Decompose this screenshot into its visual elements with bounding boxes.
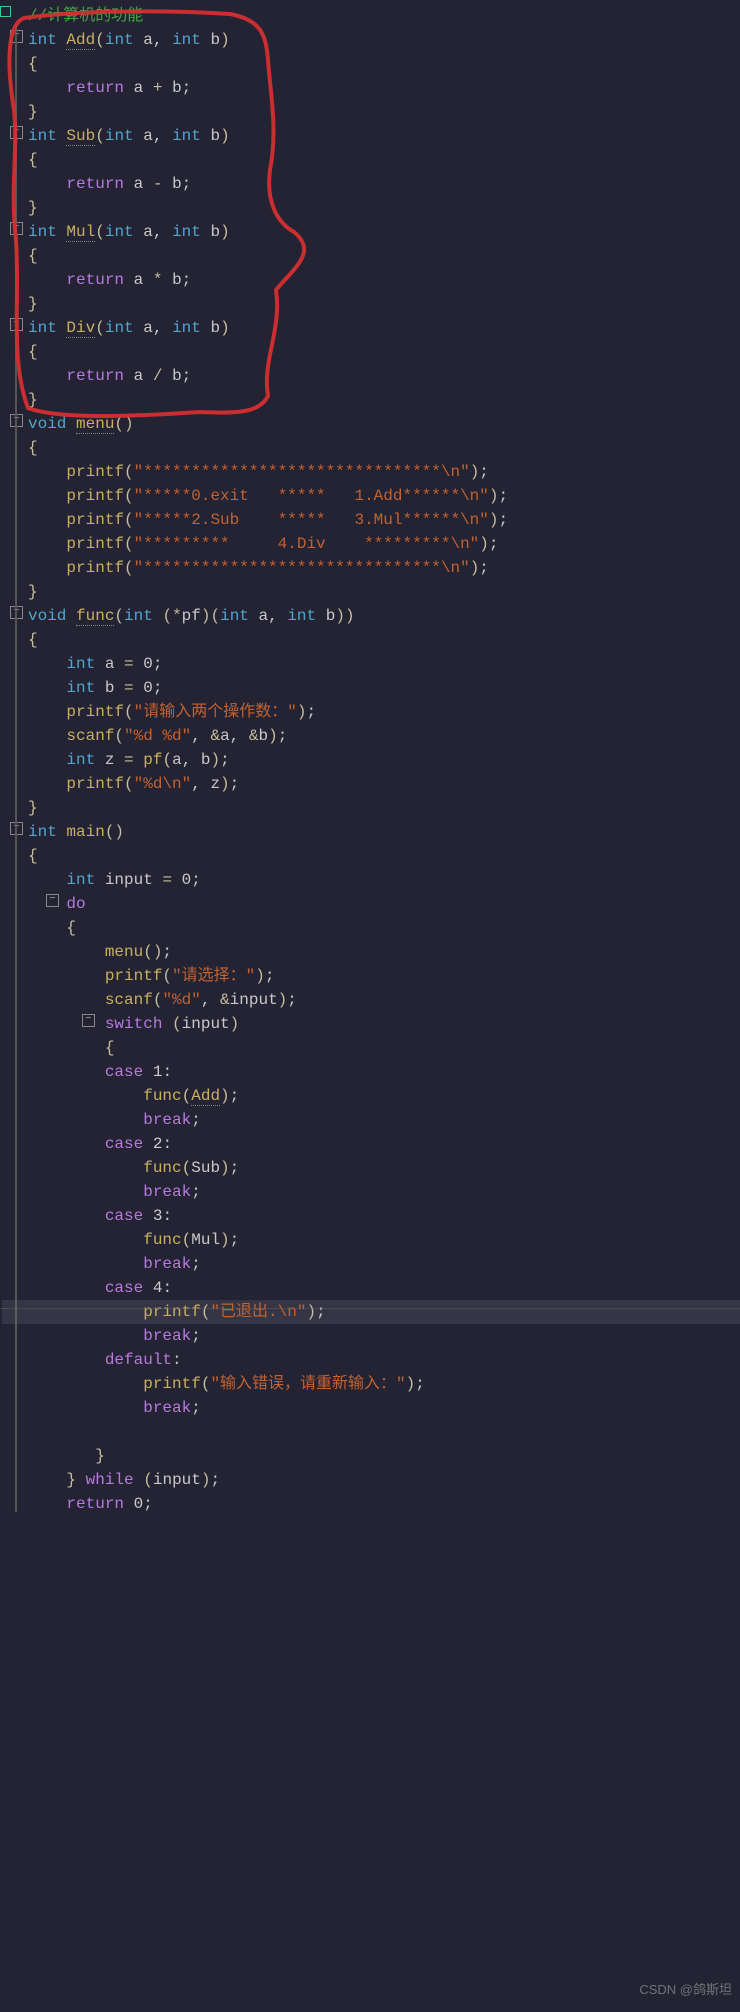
code-line[interactable]: { <box>2 436 740 460</box>
code-line[interactable]: void func(int (*pf)(int a, int b)) <box>2 604 740 628</box>
code-line[interactable]: break; <box>2 1180 740 1204</box>
code-line[interactable]: int main() <box>2 820 740 844</box>
code-line[interactable]: return a * b; <box>2 268 740 292</box>
code-line[interactable]: } <box>2 1444 740 1468</box>
code-line[interactable]: printf("*****2.Sub ***** 3.Mul******\n")… <box>2 508 740 532</box>
code-line[interactable]: } <box>2 580 740 604</box>
code-line[interactable]: int Add(int a, int b) <box>2 28 740 52</box>
watermark: CSDN @鸽斯坦 <box>639 1979 732 1998</box>
code-line[interactable]: return a - b; <box>2 172 740 196</box>
code-body: //计算机的功能int Add(int a, int b){ return a … <box>2 4 740 1516</box>
code-line[interactable]: return a + b; <box>2 76 740 100</box>
code-line[interactable] <box>2 1420 740 1444</box>
code-line[interactable]: break; <box>2 1396 740 1420</box>
code-line[interactable]: do <box>2 892 740 916</box>
code-line[interactable]: scanf("%d", &input); <box>2 988 740 1012</box>
code-line[interactable]: int b = 0; <box>2 676 740 700</box>
code-line[interactable]: int a = 0; <box>2 652 740 676</box>
code-line[interactable]: } <box>2 292 740 316</box>
code-line[interactable]: printf("********* 4.Div *********\n"); <box>2 532 740 556</box>
code-line[interactable]: } while (input); <box>2 1468 740 1492</box>
code-line[interactable]: printf("%d\n", z); <box>2 772 740 796</box>
separator-line <box>0 1308 740 1309</box>
code-line[interactable]: case 3: <box>2 1204 740 1228</box>
code-line[interactable]: int Sub(int a, int b) <box>2 124 740 148</box>
code-line[interactable]: func(Add); <box>2 1084 740 1108</box>
code-line[interactable]: { <box>2 340 740 364</box>
code-line[interactable]: { <box>2 916 740 940</box>
code-line[interactable]: } <box>2 196 740 220</box>
code-line[interactable]: } <box>2 796 740 820</box>
code-line[interactable]: switch (input) <box>2 1012 740 1036</box>
code-line[interactable]: int z = pf(a, b); <box>2 748 740 772</box>
code-line[interactable]: { <box>2 844 740 868</box>
code-line[interactable]: { <box>2 148 740 172</box>
code-line[interactable]: } <box>2 388 740 412</box>
code-line[interactable]: int Mul(int a, int b) <box>2 220 740 244</box>
code-line[interactable]: menu(); <box>2 940 740 964</box>
code-line[interactable]: break; <box>2 1324 740 1348</box>
code-line[interactable]: printf("输入错误，请重新输入："); <box>2 1372 740 1396</box>
code-line[interactable]: case 2: <box>2 1132 740 1156</box>
code-line[interactable]: { <box>2 628 740 652</box>
code-line[interactable]: { <box>2 244 740 268</box>
code-line[interactable]: { <box>2 1036 740 1060</box>
code-line[interactable]: } <box>2 100 740 124</box>
code-line[interactable]: printf("*******************************\… <box>2 556 740 580</box>
code-line[interactable]: func(Sub); <box>2 1156 740 1180</box>
code-line[interactable]: return 0; <box>2 1492 740 1516</box>
code-line[interactable]: printf("请输入两个操作数："); <box>2 700 740 724</box>
code-line[interactable]: default: <box>2 1348 740 1372</box>
code-line[interactable]: return a / b; <box>2 364 740 388</box>
code-editor[interactable]: −−−−−−−−− //计算机的功能int Add(int a, int b){… <box>0 0 740 2012</box>
code-line[interactable]: printf("已退出.\n"); <box>2 1300 740 1324</box>
code-line[interactable]: case 1: <box>2 1060 740 1084</box>
code-line[interactable]: func(Mul); <box>2 1228 740 1252</box>
code-line[interactable]: int input = 0; <box>2 868 740 892</box>
code-line[interactable]: void menu() <box>2 412 740 436</box>
code-line[interactable]: //计算机的功能 <box>2 4 740 28</box>
code-line[interactable]: printf("*******************************\… <box>2 460 740 484</box>
code-line[interactable]: break; <box>2 1252 740 1276</box>
code-line[interactable]: printf("*****0.exit ***** 1.Add******\n"… <box>2 484 740 508</box>
code-line[interactable]: int Div(int a, int b) <box>2 316 740 340</box>
code-line[interactable]: break; <box>2 1108 740 1132</box>
code-line[interactable]: case 4: <box>2 1276 740 1300</box>
code-line[interactable]: scanf("%d %d", &a, &b); <box>2 724 740 748</box>
code-line[interactable]: printf("请选择："); <box>2 964 740 988</box>
code-line[interactable]: { <box>2 52 740 76</box>
